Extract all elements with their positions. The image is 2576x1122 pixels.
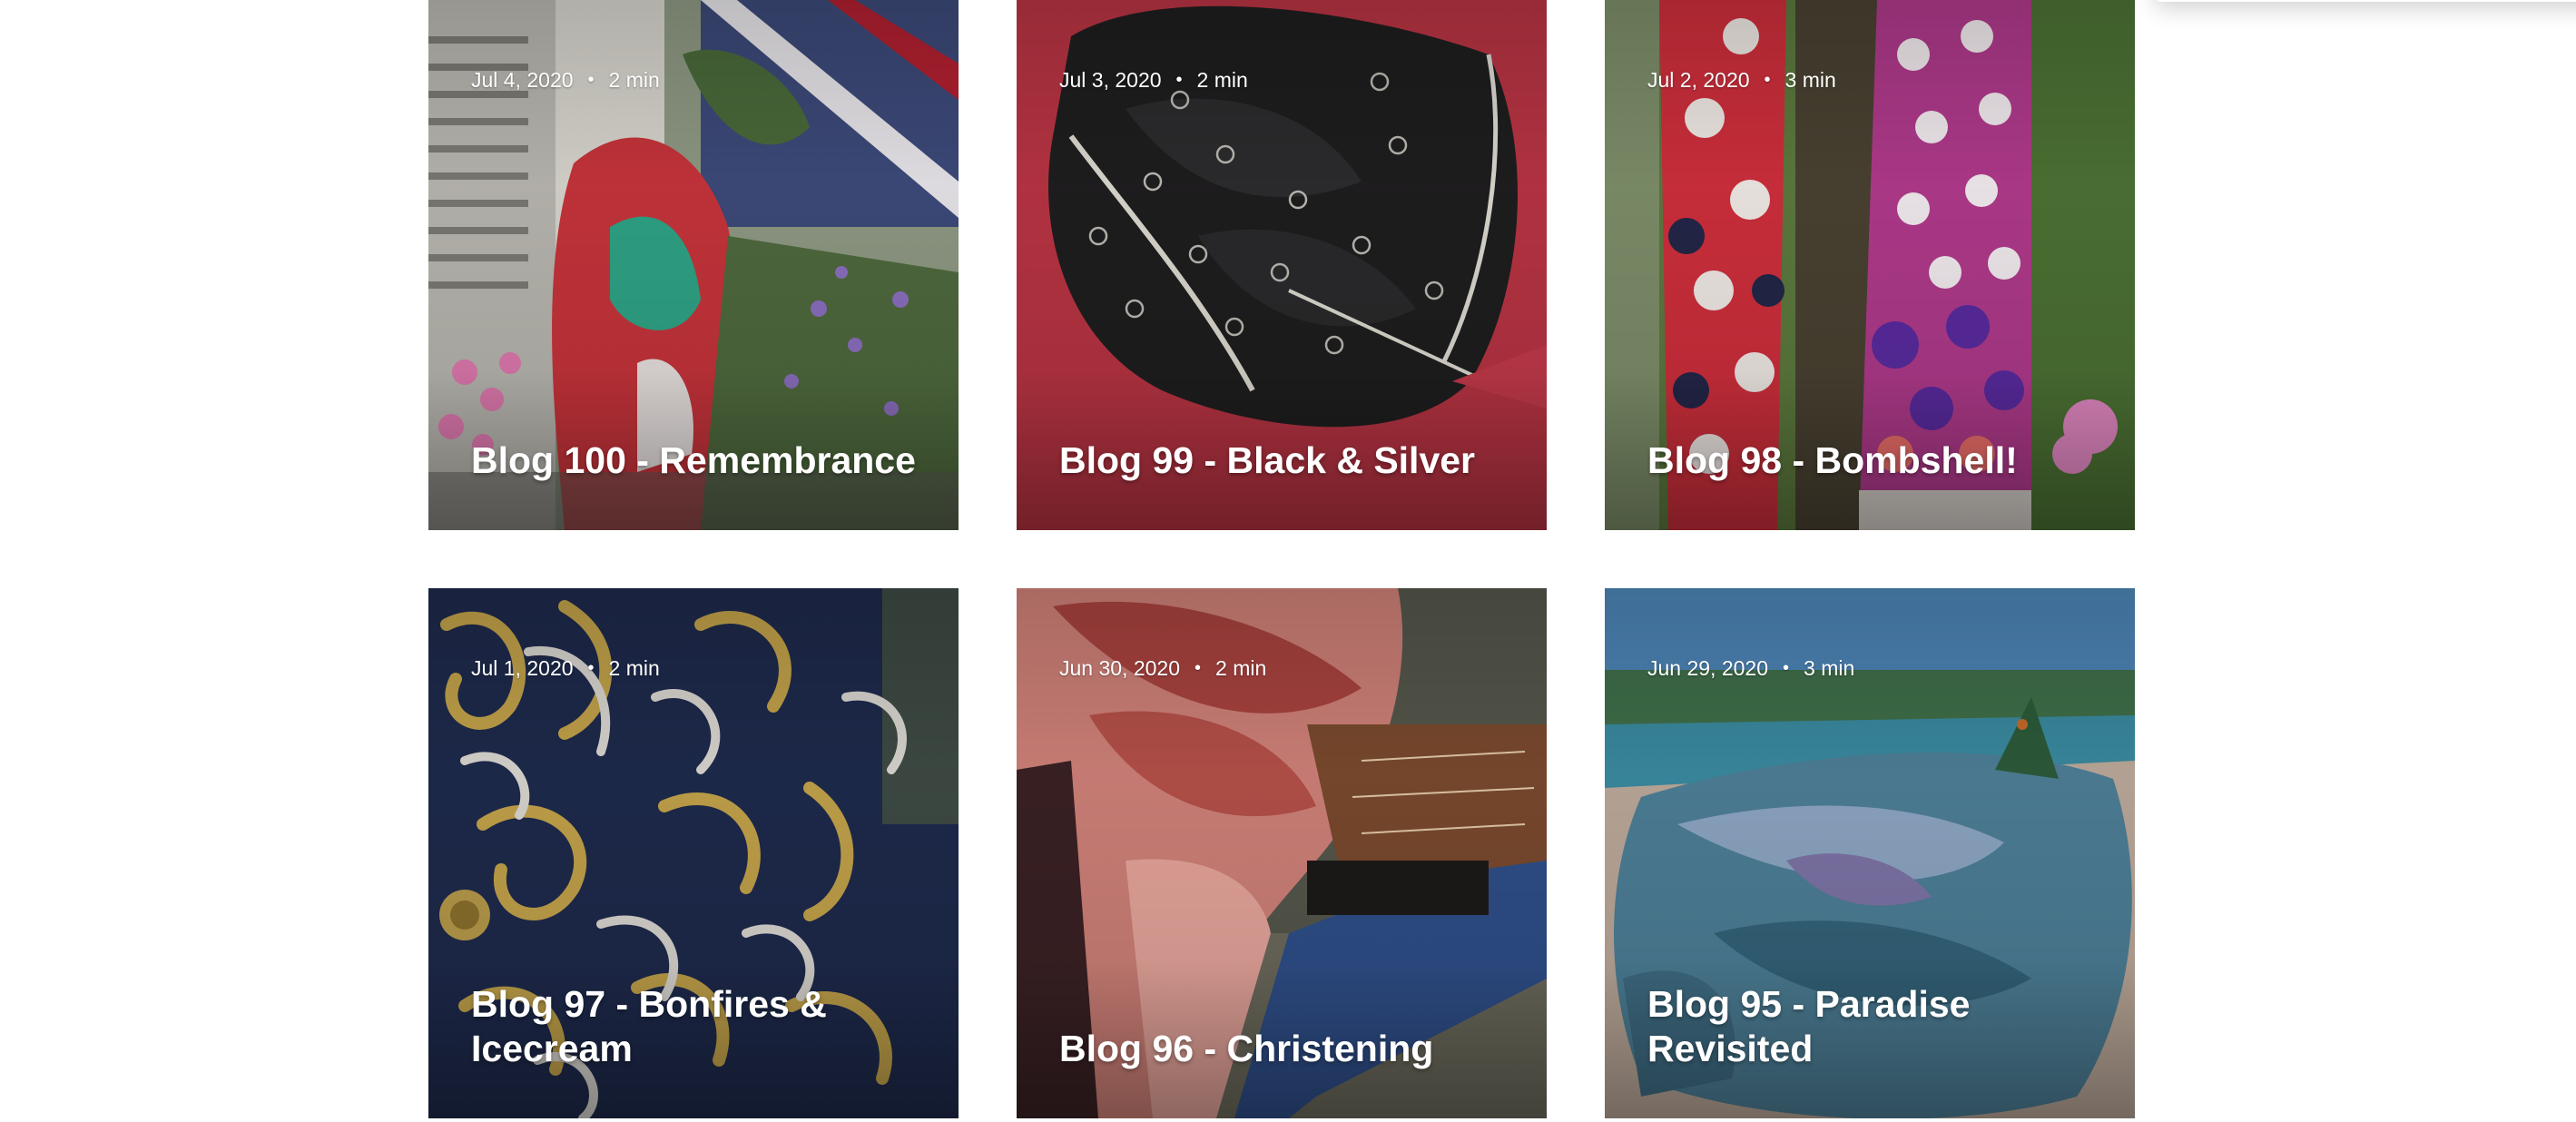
post-date: Jun 30, 2020 bbox=[1059, 656, 1181, 680]
post-read-time: 2 min bbox=[608, 656, 660, 680]
meta-separator: • bbox=[1764, 70, 1771, 90]
post-card-blog-100[interactable]: Jul 4, 2020 • 2 min Blog 100 - Remembran… bbox=[428, 0, 959, 530]
post-read-time: 3 min bbox=[1785, 68, 1836, 92]
blog-post-grid: Jul 4, 2020 • 2 min Blog 100 - Remembran… bbox=[428, 0, 2135, 1122]
post-card-blog-96[interactable]: Jun 30, 2020 • 2 min Blog 96 - Christeni… bbox=[1017, 588, 1547, 1118]
post-meta: Jul 1, 2020 • 2 min bbox=[471, 655, 660, 681]
post-date: Jul 3, 2020 bbox=[1059, 68, 1162, 92]
post-read-time: 2 min bbox=[608, 68, 660, 92]
post-read-time: 3 min bbox=[1804, 656, 1855, 680]
post-title[interactable]: Blog 99 - Black & Silver bbox=[1059, 438, 1514, 483]
post-meta: Jul 3, 2020 • 2 min bbox=[1059, 67, 1248, 93]
post-date: Jun 29, 2020 bbox=[1647, 656, 1769, 680]
floating-panel-shadow bbox=[2156, 0, 2576, 2]
post-title[interactable]: Blog 100 - Remembrance bbox=[471, 438, 926, 483]
meta-separator: • bbox=[1783, 658, 1790, 678]
post-title[interactable]: Blog 95 - Paradise Revisited bbox=[1647, 982, 2102, 1071]
meta-separator: • bbox=[1195, 658, 1202, 678]
post-card-blog-99[interactable]: Jul 3, 2020 • 2 min Blog 99 - Black & Si… bbox=[1017, 0, 1547, 530]
post-card-blog-97[interactable]: Jul 1, 2020 • 2 min Blog 97 - Bonfires &… bbox=[428, 588, 959, 1118]
post-date: Jul 1, 2020 bbox=[471, 656, 574, 680]
post-read-time: 2 min bbox=[1215, 656, 1267, 680]
post-date: Jul 4, 2020 bbox=[471, 68, 574, 92]
meta-separator: • bbox=[587, 70, 595, 90]
meta-separator: • bbox=[587, 658, 595, 678]
post-title[interactable]: Blog 96 - Christening bbox=[1059, 1027, 1514, 1071]
post-meta: Jul 2, 2020 • 3 min bbox=[1647, 67, 1836, 93]
meta-separator: • bbox=[1175, 70, 1183, 90]
post-meta: Jun 30, 2020 • 2 min bbox=[1059, 655, 1266, 681]
post-read-time: 2 min bbox=[1196, 68, 1248, 92]
post-meta: Jul 4, 2020 • 2 min bbox=[471, 67, 660, 93]
post-title[interactable]: Blog 97 - Bonfires & Icecream bbox=[471, 982, 926, 1071]
post-date: Jul 2, 2020 bbox=[1647, 68, 1750, 92]
post-card-blog-95[interactable]: Jun 29, 2020 • 3 min Blog 95 - Paradise … bbox=[1605, 588, 2135, 1118]
post-title[interactable]: Blog 98 - Bombshell! bbox=[1647, 438, 2102, 483]
post-meta: Jun 29, 2020 • 3 min bbox=[1647, 655, 1854, 681]
post-card-blog-98[interactable]: Jul 2, 2020 • 3 min Blog 98 - Bombshell! bbox=[1605, 0, 2135, 530]
